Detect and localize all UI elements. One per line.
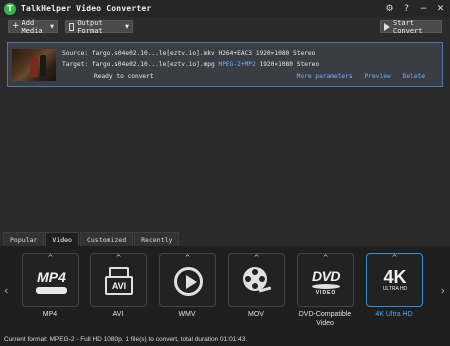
add-media-button[interactable]: + Add Media ▼ [8, 18, 58, 35]
dvd-icon-text: DVD [311, 268, 341, 284]
dvd-icon-subtext: VIDEO [315, 290, 337, 296]
play-icon [384, 22, 390, 31]
close-icon[interactable]: ✕ [433, 1, 448, 16]
tab-popular[interactable]: Popular [3, 232, 45, 246]
4k-icon: 4K ULTRA HD [375, 267, 415, 297]
format-label: AVI [112, 311, 124, 318]
format-wmv[interactable]: ^ [159, 253, 216, 307]
tab-video[interactable]: Video [45, 232, 79, 246]
settings-gear-icon[interactable]: ⚙ [382, 1, 397, 16]
chevron-up-icon: ^ [322, 254, 329, 262]
target-label: Target: [62, 61, 89, 68]
chevron-up-icon: ^ [184, 254, 191, 262]
4k-icon-subtext: ULTRA HD [382, 286, 408, 292]
wmv-play-icon [174, 267, 203, 296]
delete-link[interactable]: Delete [403, 73, 425, 80]
dvd-icon: DVD VIDEO [306, 268, 346, 298]
add-media-label: Add Media [21, 18, 43, 35]
chevron-up-icon: ^ [115, 254, 122, 262]
mp4-icon-bar [36, 287, 67, 294]
format-panel: ‹ › ^ MP4 MP4 ^ AVI AVI ^ WMV ^ MOV ^ DV… [0, 246, 450, 333]
tab-customized[interactable]: Customized [79, 232, 134, 246]
source-info: H264+EAC3 1920×1080 Stereo [218, 50, 316, 57]
film-reel-icon [243, 267, 272, 296]
video-thumbnail [12, 49, 56, 81]
format-label: WMV [178, 311, 196, 318]
format-mov[interactable]: ^ [228, 253, 285, 307]
window-controls: ⚙ ? − ✕ [382, 1, 448, 16]
more-parameters-link[interactable]: More parameters [297, 73, 353, 80]
format-tabs: Popular Video Customized Recently [0, 232, 450, 246]
source-row: Source: fargo.s04e02.10...le[eztv.io].mk… [62, 50, 315, 57]
format-4k[interactable]: ^ 4K ULTRA HD [366, 253, 423, 307]
help-icon[interactable]: ? [399, 1, 414, 16]
source-filename: fargo.s04e02.10...le[eztv.io].mkv [91, 50, 215, 57]
start-convert-button[interactable]: Start Convert [380, 18, 442, 35]
target-codec-link[interactable]: MPEG-2+MP2 [218, 61, 255, 68]
format-label: MP4 [42, 311, 58, 318]
file-actions: More parameters Preview Delete [297, 73, 425, 80]
format-mp4[interactable]: ^ MP4 [22, 253, 79, 307]
app-logo-icon: T [4, 2, 16, 15]
plus-icon: + [12, 21, 20, 31]
window-title: TalkHelper Video Converter [21, 4, 152, 13]
title-bar: T TalkHelper Video Converter ⚙ ? − ✕ [0, 0, 450, 17]
mp4-icon-text: MP4 [37, 269, 66, 285]
source-label: Source: [62, 50, 89, 57]
status-bar: Current format: MPEG-2 - Full HD 1080p. … [0, 333, 450, 346]
target-row: Target: fargo.s04e02.10...le[eztv.io].mp… [62, 61, 319, 68]
avi-icon-top [109, 267, 129, 276]
chevron-up-icon: ^ [47, 254, 54, 262]
thumbnail-figure [30, 57, 38, 77]
format-avi[interactable]: ^ AVI [90, 253, 147, 307]
mp4-icon: MP4 [33, 269, 70, 297]
target-filename: fargo.s04e02.10...le[eztv.io].mpg [91, 61, 215, 68]
avi-icon: AVI [105, 267, 133, 297]
chevron-up-icon: ^ [253, 254, 260, 262]
chevron-up-icon: ^ [391, 254, 398, 262]
format-label: DVD-Compatible Video [298, 311, 352, 327]
thumbnail-figure [40, 55, 46, 77]
start-convert-label: Start Convert [393, 18, 423, 35]
status-text: Ready to convert [94, 73, 154, 80]
chevron-down-icon: ▼ [50, 23, 54, 30]
scroll-left-icon[interactable]: ‹ [4, 284, 8, 297]
output-format-label: Output Format [77, 18, 103, 35]
document-icon [69, 22, 75, 31]
format-label: MOV [248, 311, 264, 318]
minimize-icon[interactable]: − [416, 1, 431, 16]
target-info: 1920×1080 Stereo [259, 61, 320, 68]
toolbar: + Add Media ▼ Output Format ▼ Start Conv… [0, 17, 450, 37]
format-dvd[interactable]: ^ DVD VIDEO [297, 253, 354, 307]
file-list: Source: fargo.s04e02.10...le[eztv.io].mk… [0, 37, 450, 231]
avi-icon-text: AVI [105, 276, 133, 295]
file-list-item[interactable]: Source: fargo.s04e02.10...le[eztv.io].mk… [7, 42, 443, 87]
4k-icon-text: 4K [383, 267, 407, 287]
dvd-icon-disc [312, 284, 340, 289]
preview-link[interactable]: Preview [365, 73, 391, 80]
tab-recently[interactable]: Recently [134, 232, 180, 246]
scroll-right-icon[interactable]: › [441, 284, 445, 297]
output-format-button[interactable]: Output Format ▼ [65, 18, 133, 35]
format-label: 4K Ultra HD [375, 311, 413, 318]
chevron-down-icon: ▼ [125, 23, 129, 30]
